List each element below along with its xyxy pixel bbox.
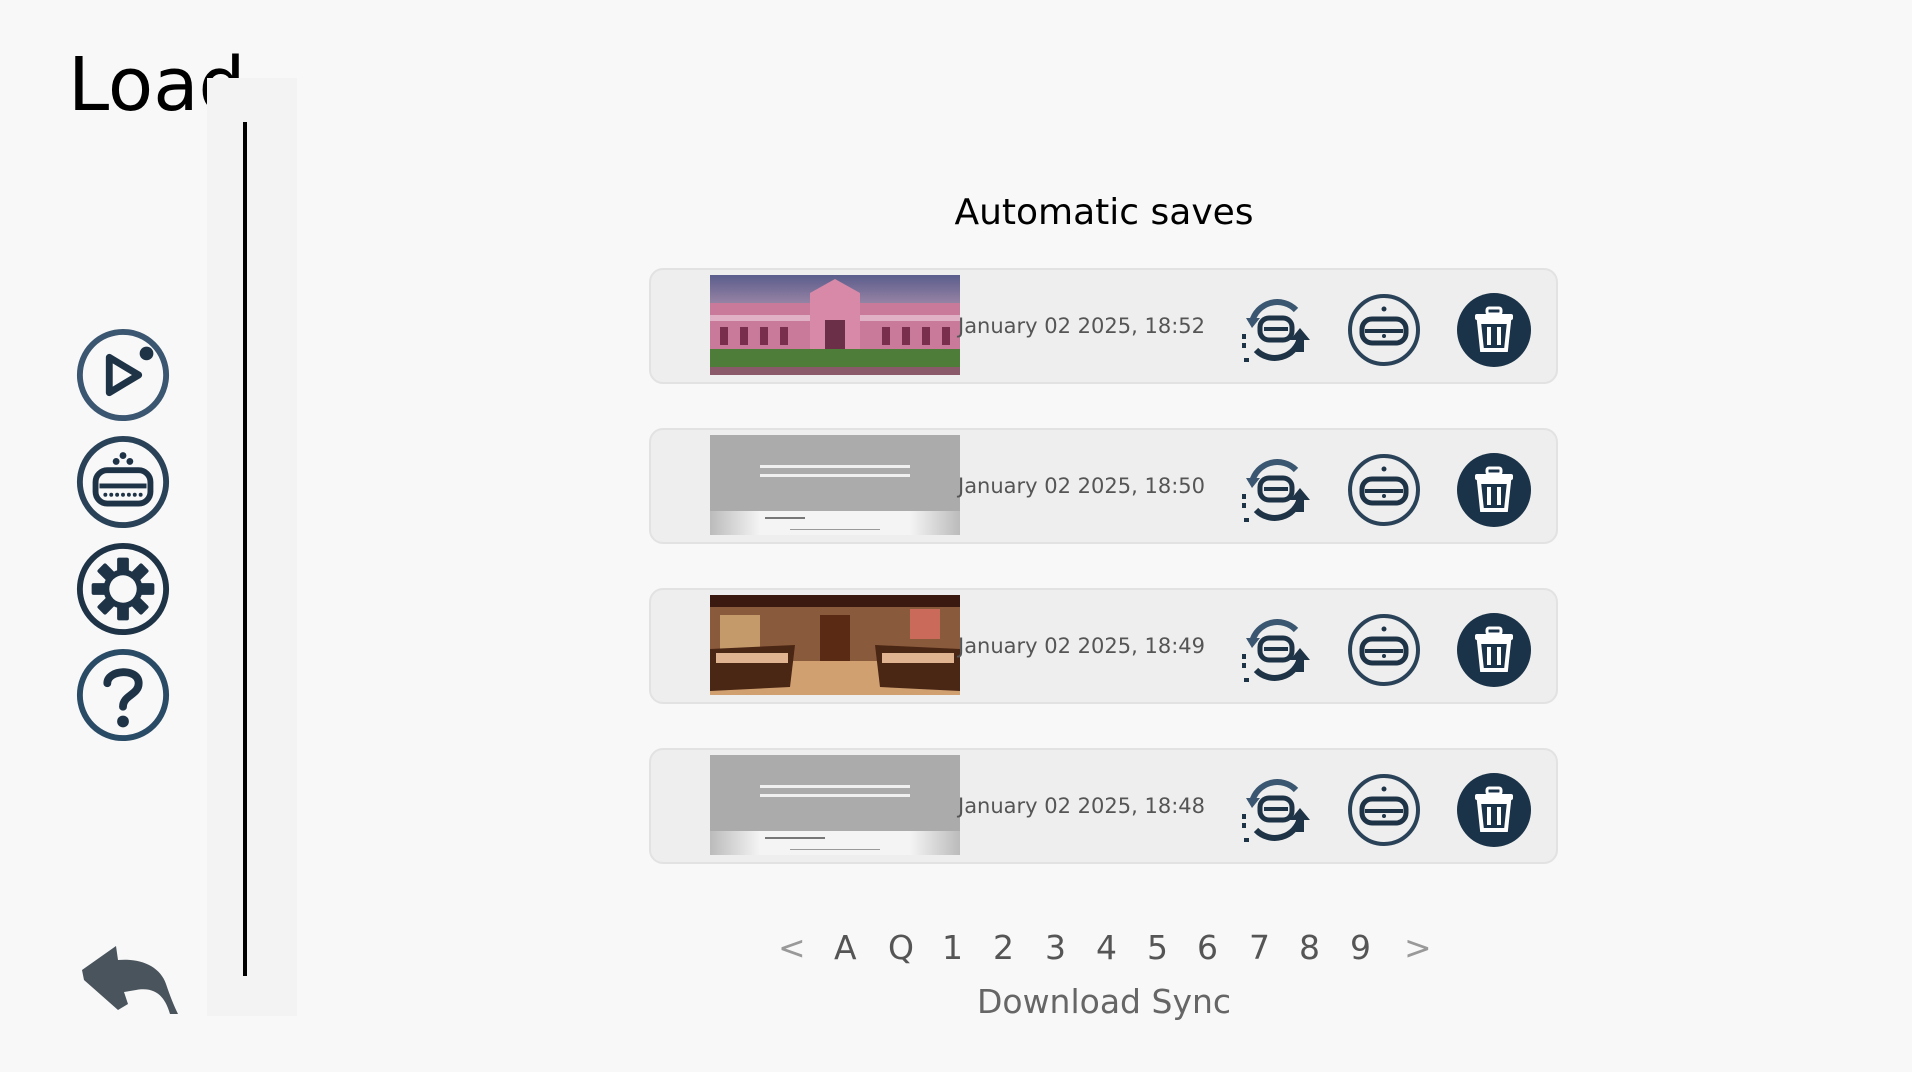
- slot-thumbnail: [710, 755, 960, 855]
- page-next-button[interactable]: >: [1404, 928, 1432, 967]
- save-slot[interactable]: January 02 2025, 18:48: [649, 748, 1558, 864]
- trash-icon: [1457, 453, 1531, 527]
- page-button[interactable]: 1: [942, 928, 963, 967]
- page-button[interactable]: Q: [888, 928, 914, 967]
- page-button[interactable]: 8: [1299, 928, 1320, 967]
- help-icon: [76, 648, 170, 742]
- play-icon: [76, 328, 170, 422]
- delete-slot-button[interactable]: [1456, 612, 1532, 688]
- trash-icon: [1457, 773, 1531, 847]
- delete-slot-button[interactable]: [1456, 772, 1532, 848]
- page-prev-button[interactable]: <: [778, 928, 806, 967]
- slot-thumbnail: [710, 275, 960, 375]
- save-slot-button[interactable]: [1346, 452, 1422, 528]
- slot-thumbnail: [710, 595, 960, 695]
- back-button[interactable]: [78, 940, 182, 1018]
- slot-date: January 02 2025, 18:49: [958, 634, 1205, 658]
- slot-date: January 02 2025, 18:48: [958, 794, 1205, 818]
- save-slot-button[interactable]: [1346, 292, 1422, 368]
- load-sync-icon: [1242, 459, 1310, 522]
- load-slot-button[interactable]: [1238, 772, 1314, 848]
- slot-thumbnail: [710, 435, 960, 535]
- load-slot-button[interactable]: [1238, 612, 1314, 688]
- save-slot[interactable]: January 02 2025, 18:52: [649, 268, 1558, 384]
- load-sync-icon: [1242, 299, 1310, 362]
- save-disk-icon: [1348, 454, 1420, 526]
- load-slot-button[interactable]: [1238, 292, 1314, 368]
- trash-icon: [1457, 293, 1531, 367]
- download-sync-button[interactable]: Download Sync: [650, 982, 1558, 1021]
- slot-date: January 02 2025, 18:52: [958, 314, 1205, 338]
- back-arrow-icon: [82, 946, 178, 1014]
- save-slot-button[interactable]: [1346, 612, 1422, 688]
- trash-icon: [1457, 613, 1531, 687]
- save-disk-icon: [1348, 614, 1420, 686]
- save-disk-icon: [1348, 774, 1420, 846]
- page-button[interactable]: A: [834, 928, 857, 967]
- page-button[interactable]: 3: [1045, 928, 1066, 967]
- nav-help-button[interactable]: [74, 646, 172, 744]
- gear-icon: [76, 542, 170, 636]
- page-button[interactable]: 9: [1350, 928, 1371, 967]
- sidebar-divider: [243, 122, 247, 976]
- sidebar-panel: [207, 78, 297, 1016]
- nav-save-button[interactable]: [74, 433, 172, 531]
- load-slot-button[interactable]: [1238, 452, 1314, 528]
- page-button[interactable]: 5: [1147, 928, 1168, 967]
- page-button[interactable]: 6: [1197, 928, 1218, 967]
- nav-settings-button[interactable]: [74, 540, 172, 638]
- slot-date: January 02 2025, 18:50: [958, 474, 1205, 498]
- page-button[interactable]: 7: [1249, 928, 1270, 967]
- page-button[interactable]: 2: [993, 928, 1014, 967]
- save-slot[interactable]: January 02 2025, 18:50: [649, 428, 1558, 544]
- delete-slot-button[interactable]: [1456, 452, 1532, 528]
- save-disk-icon: [76, 435, 170, 529]
- save-slot-button[interactable]: [1346, 772, 1422, 848]
- page-button[interactable]: 4: [1096, 928, 1117, 967]
- load-sync-icon: [1242, 619, 1310, 682]
- delete-slot-button[interactable]: [1456, 292, 1532, 368]
- load-sync-icon: [1242, 779, 1310, 842]
- save-disk-icon: [1348, 294, 1420, 366]
- save-slot[interactable]: January 02 2025, 18:49: [649, 588, 1558, 704]
- nav-play-button[interactable]: [74, 326, 172, 424]
- pagination: < A Q 1 2 3 4 5 6 7 8 9 >: [760, 928, 1450, 978]
- section-title: Automatic saves: [954, 192, 1254, 233]
